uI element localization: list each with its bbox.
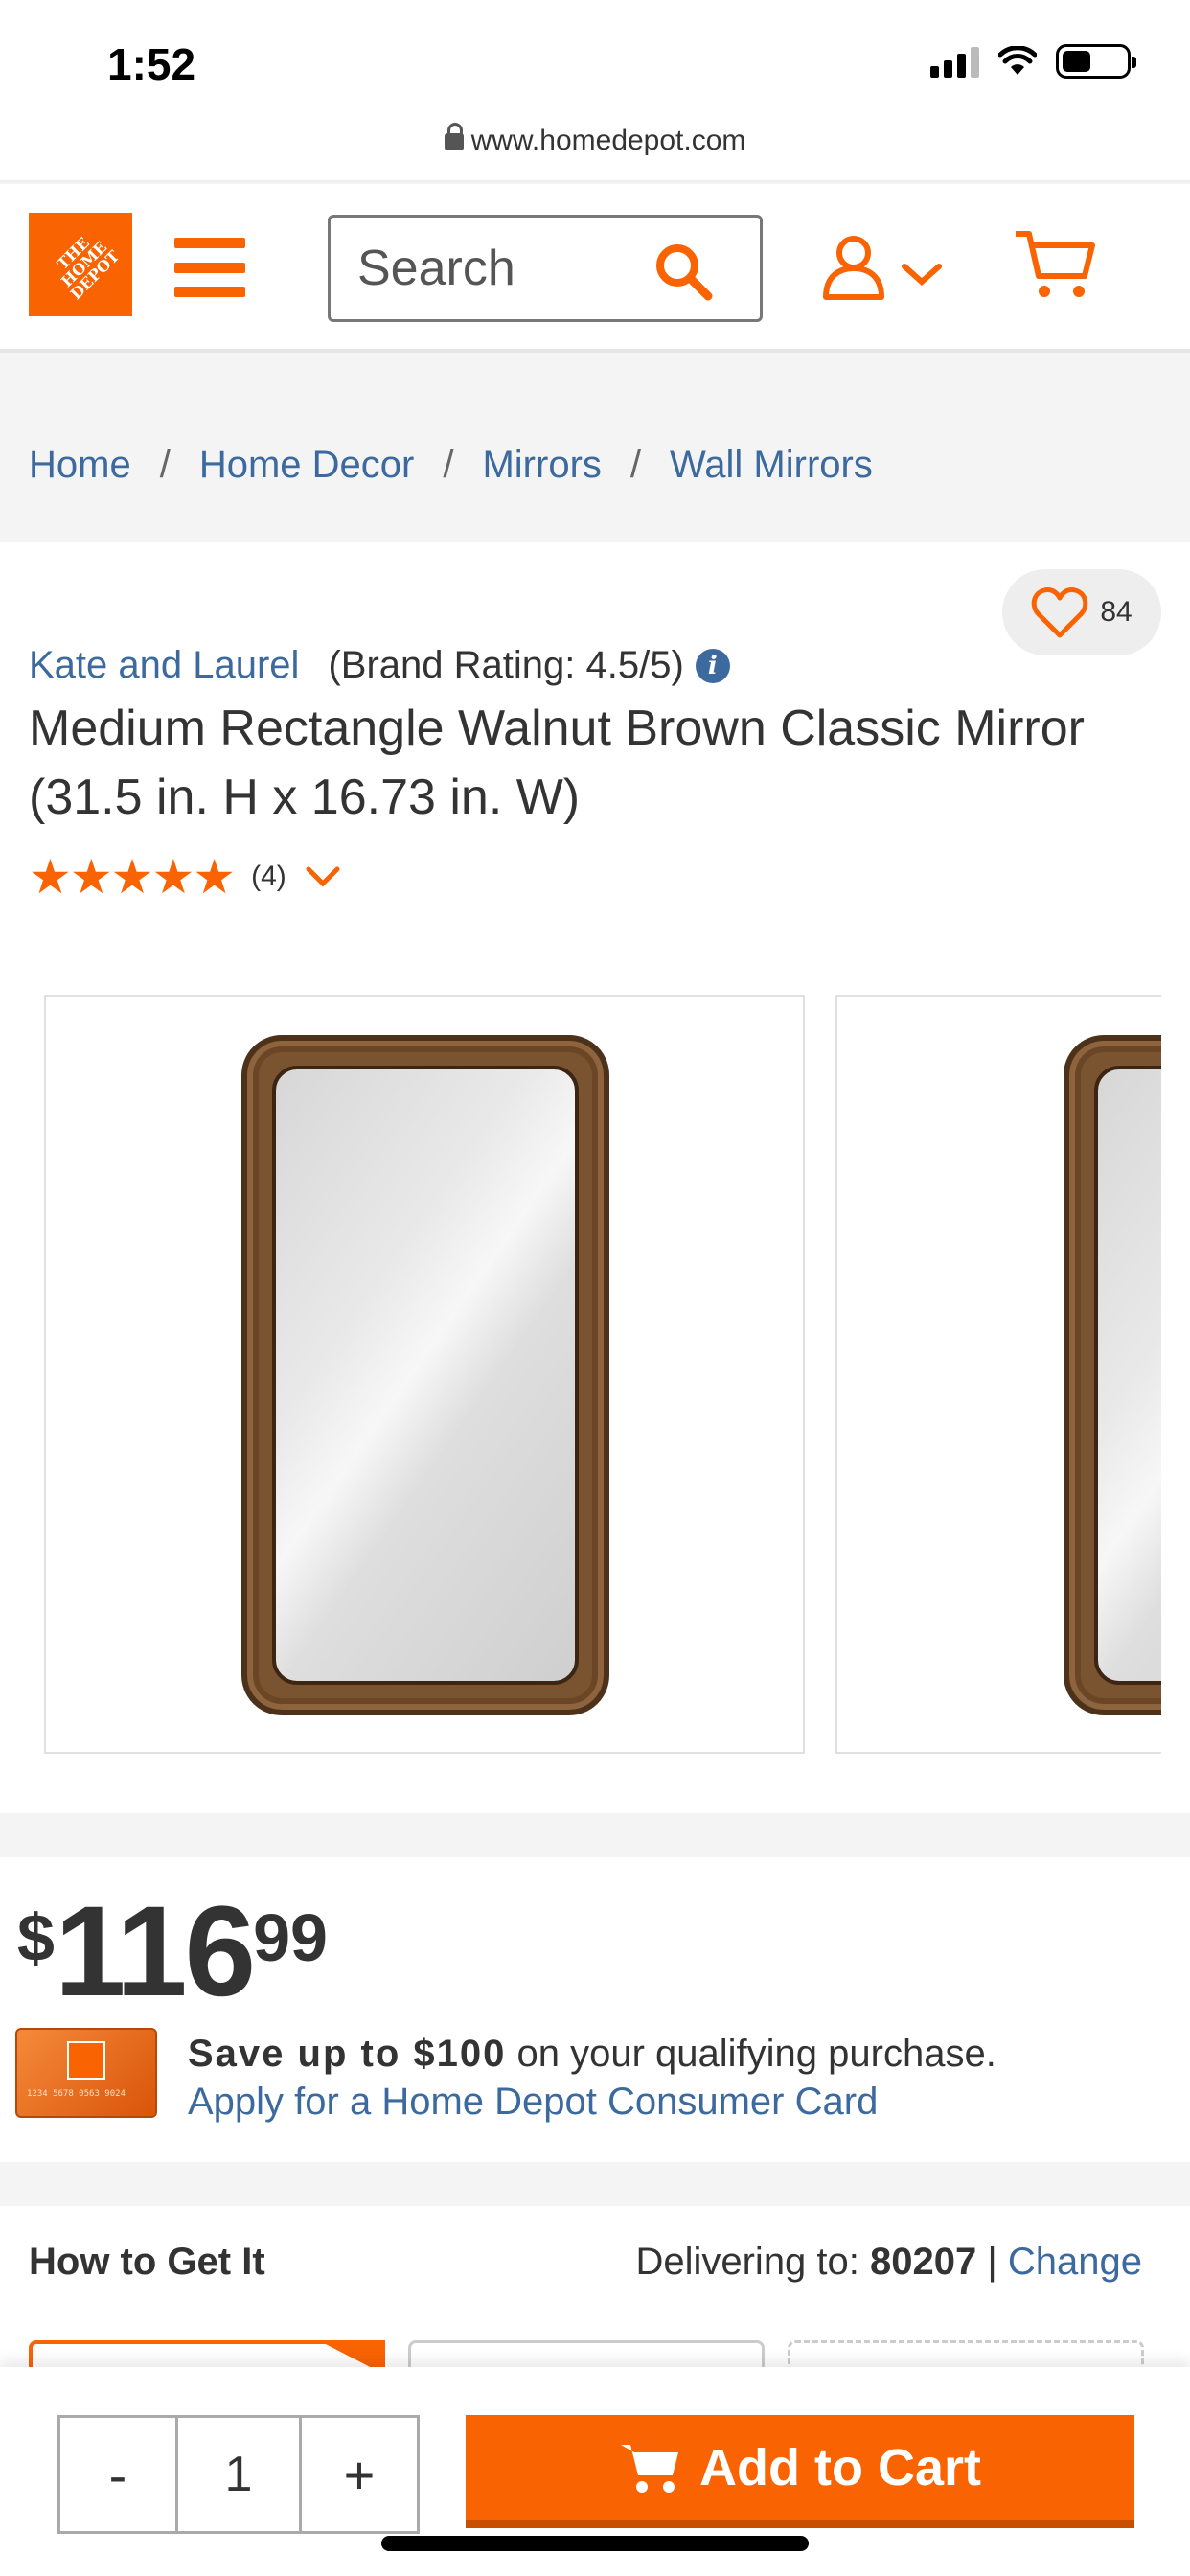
heart-icon xyxy=(1032,587,1088,638)
breadcrumb: Home / Home Decor / Mirrors / Wall Mirro… xyxy=(0,393,1190,537)
promo-suffix: on your qualifying purchase. xyxy=(506,2033,996,2075)
site-header: THE HOME DEPOT xyxy=(0,184,1190,353)
card-logo xyxy=(67,2041,105,2080)
price: $ 116 99 xyxy=(17,1888,328,2016)
brand-line: Kate and Laurel (Brand Rating: 4.5/5) i xyxy=(29,644,730,687)
search-input[interactable] xyxy=(357,237,645,300)
breadcrumb-separator: / xyxy=(629,443,642,486)
chevron-down-icon[interactable] xyxy=(899,261,945,288)
signal-icon xyxy=(930,45,979,78)
apply-card-link[interactable]: Apply for a Home Depot Consumer Card xyxy=(188,2078,996,2126)
change-zip-link[interactable]: Change xyxy=(1008,2241,1142,2283)
breadcrumb-home[interactable]: Home xyxy=(29,444,131,487)
price-dollars: 116 xyxy=(54,1880,256,2023)
breadcrumb-separator: / xyxy=(443,443,454,486)
brand-link[interactable]: Kate and Laurel xyxy=(29,644,299,687)
image-gallery[interactable] xyxy=(0,995,1161,1754)
delivery-location: Delivering to: 80207 | Change xyxy=(635,2241,1142,2284)
brand-rating: (Brand Rating: 4.5/5) xyxy=(328,644,684,686)
cart-icon xyxy=(621,2445,679,2493)
favorite-count: 84 xyxy=(1100,596,1133,628)
search-icon[interactable] xyxy=(652,241,714,302)
star-rating: ★★★★★ xyxy=(29,850,236,904)
cart-icon[interactable] xyxy=(1014,228,1096,301)
delivering-label: Delivering to: xyxy=(635,2241,871,2283)
product-image[interactable] xyxy=(835,995,1161,1754)
increase-quantity-button[interactable]: + xyxy=(302,2418,417,2531)
status-bar: 1:52 xyxy=(0,0,1190,125)
favorite-button[interactable]: 84 xyxy=(1002,569,1161,656)
credit-card-image: 1234 5678 0563 9024 xyxy=(15,2028,157,2118)
home-indicator xyxy=(381,2536,809,2551)
delivery-separator: | xyxy=(976,2241,1008,2283)
status-icons xyxy=(930,44,1136,79)
promo-savings: Save up to $100 xyxy=(188,2033,507,2075)
status-time: 1:52 xyxy=(107,39,196,89)
info-icon[interactable]: i xyxy=(695,648,730,683)
add-to-cart-label: Add to Cart xyxy=(699,2439,981,2496)
url-text: www.homedepot.com xyxy=(470,125,746,156)
price-card: $ 116 99 1234 5678 0563 9024 Save up to … xyxy=(0,1857,1190,2162)
card-number: 1234 5678 0563 9024 xyxy=(27,2089,126,2099)
lock-icon xyxy=(444,123,464,150)
decrease-quantity-button[interactable]: - xyxy=(60,2418,175,2531)
card-promo: Save up to $100 on your qualifying purch… xyxy=(188,2030,996,2126)
price-cents: 99 xyxy=(253,1900,328,1975)
logo-text: THE HOME DEPOT xyxy=(53,233,124,304)
wifi-icon xyxy=(998,46,1037,75)
battery-icon xyxy=(1056,44,1136,79)
search-box xyxy=(328,215,763,322)
delivery-zip: 80207 xyxy=(870,2241,977,2283)
breadcrumb-wall-mirrors[interactable]: Wall Mirrors xyxy=(670,444,873,487)
product-title: Medium Rectangle Walnut Brown Classic Mi… xyxy=(29,701,1085,825)
price-currency: $ xyxy=(17,1900,55,1975)
home-depot-logo[interactable]: THE HOME DEPOT xyxy=(29,213,132,316)
product-image[interactable] xyxy=(44,995,805,1754)
quantity-input[interactable] xyxy=(175,2418,302,2531)
breadcrumb-separator: / xyxy=(159,443,171,486)
account-icon[interactable] xyxy=(820,234,887,301)
quantity-stepper: - + xyxy=(57,2415,420,2534)
menu-icon[interactable] xyxy=(174,238,245,297)
chevron-down-icon xyxy=(306,866,340,887)
rating-row[interactable]: ★★★★★ (4) xyxy=(29,849,342,905)
breadcrumb-home-decor[interactable]: Home Decor xyxy=(199,444,415,487)
fulfillment-title: How to Get It xyxy=(29,2241,265,2283)
breadcrumb-mirrors[interactable]: Mirrors xyxy=(482,444,601,487)
mirror-image xyxy=(241,1035,609,1715)
url-bar[interactable]: www.homedepot.com xyxy=(0,123,1190,182)
mirror-image xyxy=(1064,1035,1161,1715)
review-count: (4) xyxy=(251,861,286,892)
add-to-cart-button[interactable]: Add to Cart xyxy=(466,2415,1134,2528)
promo-text: Save up to $100 on your qualifying purch… xyxy=(188,2033,996,2075)
product-card: 84 Kate and Laurel (Brand Rating: 4.5/5)… xyxy=(0,542,1190,1813)
